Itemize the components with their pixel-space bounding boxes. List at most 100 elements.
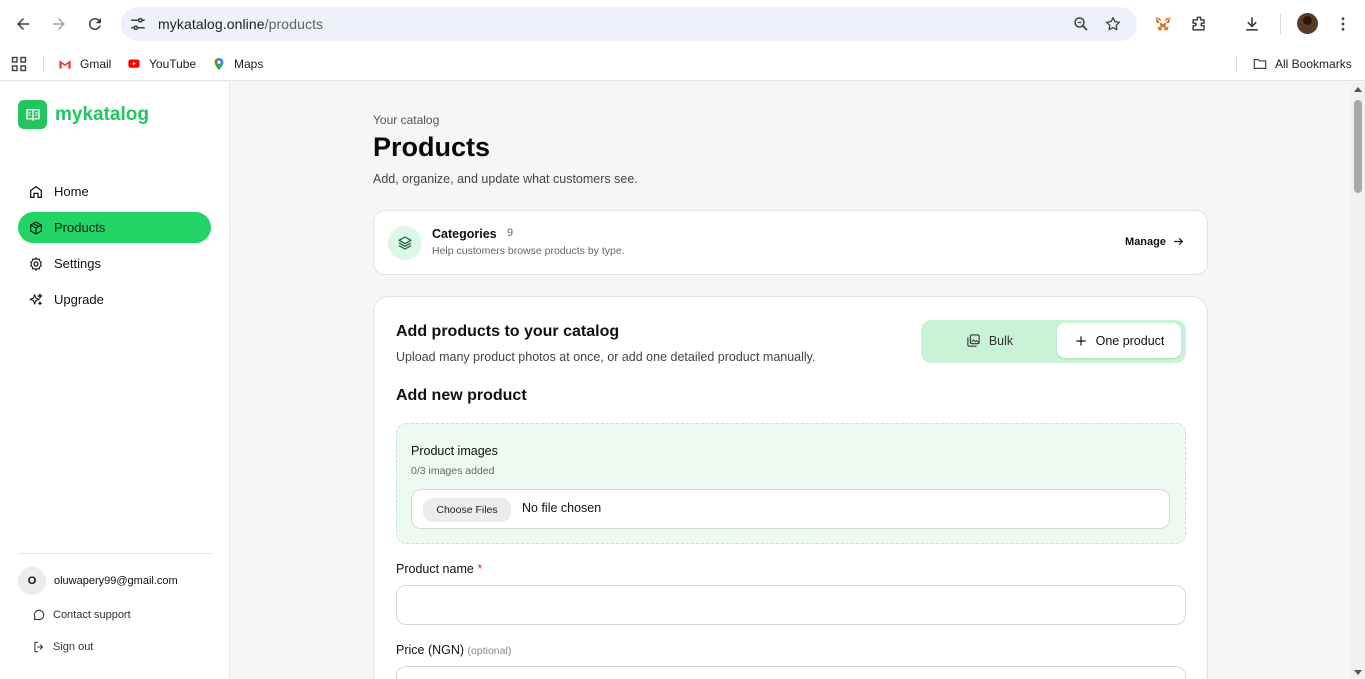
required-mark: * <box>477 562 483 576</box>
bookmark-maps[interactable]: Maps <box>211 54 263 74</box>
back-button[interactable] <box>9 10 37 38</box>
sidebar-divider <box>18 553 212 554</box>
add-mode-toggle: Bulk One product <box>921 320 1186 363</box>
bookmarks-separator <box>1236 55 1237 73</box>
product-images-label: Product images <box>411 444 498 458</box>
price-input[interactable] <box>396 666 1186 679</box>
brand-name: mykatalog <box>55 103 149 125</box>
plus-icon <box>1075 335 1086 346</box>
url-path: /products <box>264 16 324 32</box>
sidebar-item-products[interactable]: Products <box>18 212 211 243</box>
scrollbar-thumb[interactable] <box>1354 100 1362 193</box>
browser-toolbar: mykatalog.online/products <box>0 0 1365 48</box>
one-product-mode-button[interactable]: One product <box>1057 323 1181 358</box>
categories-card: Categories 9 Help customers browse produ… <box>373 210 1208 275</box>
sidebar-item-label: Upgrade <box>54 292 104 307</box>
extensions-icon[interactable] <box>1188 13 1210 35</box>
forward-button[interactable] <box>45 10 73 38</box>
scroll-down-icon[interactable] <box>1354 670 1362 675</box>
bookmark-label: Gmail <box>80 57 112 71</box>
categories-title: Categories <box>432 227 497 241</box>
reload-icon <box>88 18 101 31</box>
gmail-icon <box>57 56 73 72</box>
youtube-icon <box>126 56 142 72</box>
arrow-left-icon <box>17 18 29 30</box>
bookmarks-bar: Gmail YouTube Maps All Bookmarks <box>0 48 1365 81</box>
product-images-dropzone: Product images 0/3 images added Choose F… <box>396 423 1186 544</box>
metamask-extension-icon[interactable] <box>1152 13 1174 35</box>
one-product-label: One product <box>1095 333 1165 348</box>
apps-grid-icon[interactable] <box>11 54 27 74</box>
price-label: Price (NGN) (optional) <box>396 643 511 657</box>
main-content: Your catalog Products Add, organize, and… <box>231 82 1351 679</box>
product-name-label-text: Product name <box>396 562 474 576</box>
choose-files-button[interactable]: Choose Files <box>423 498 511 522</box>
site-settings-icon[interactable] <box>129 15 147 33</box>
url-host: mykatalog.online <box>158 16 265 32</box>
sidebar-item-label: Settings <box>54 256 101 271</box>
page-scrollbar[interactable] <box>1351 82 1365 679</box>
price-label-text: Price (NGN) <box>396 643 465 657</box>
home-icon <box>28 184 44 200</box>
bookmark-label: Maps <box>234 57 264 71</box>
sign-out-label: Sign out <box>53 641 94 653</box>
toolbar-separator <box>1280 14 1281 34</box>
folder-icon <box>1252 56 1268 72</box>
bulk-mode-button[interactable]: Bulk <box>924 323 1055 358</box>
product-name-input[interactable] <box>396 585 1186 625</box>
images-icon <box>967 334 980 347</box>
bookmark-star-icon[interactable] <box>1104 15 1122 33</box>
arrow-right-icon <box>53 18 65 30</box>
brand-logo[interactable]: mykatalog <box>18 100 149 129</box>
arrow-right-icon <box>1174 237 1184 246</box>
contact-support-link[interactable]: Contact support <box>32 608 131 622</box>
file-input[interactable]: Choose Files No file chosen <box>411 489 1170 529</box>
add-products-card: Add products to your catalog Upload many… <box>373 296 1208 679</box>
sidebar-item-home[interactable]: Home <box>18 176 211 207</box>
page-subtitle: Add, organize, and update what customers… <box>373 172 638 186</box>
profile-avatar[interactable] <box>1297 13 1318 34</box>
sidebar-item-upgrade[interactable]: Upgrade <box>18 284 211 315</box>
bookmark-label: YouTube <box>149 57 197 71</box>
add-products-title: Add products to your catalog <box>396 323 620 340</box>
product-name-label: Product name * <box>396 562 482 576</box>
contact-support-label: Contact support <box>53 609 131 621</box>
price-optional-text: (optional) <box>467 645 512 657</box>
add-new-product-title: Add new product <box>396 387 527 404</box>
menu-kebab-icon[interactable] <box>1332 13 1354 35</box>
chat-bubble-icon <box>32 608 46 622</box>
reload-button[interactable] <box>81 10 109 38</box>
bookmarks-separator <box>43 55 44 73</box>
downloads-icon[interactable] <box>1241 13 1263 35</box>
book-logo-icon <box>18 100 47 129</box>
maps-icon <box>211 56 227 72</box>
zoom-icon[interactable] <box>1072 15 1090 33</box>
sidebar: mykatalog Home Products Settings Upgrade… <box>0 82 230 679</box>
all-bookmarks[interactable]: All Bookmarks <box>1252 54 1352 74</box>
box-icon <box>28 220 44 236</box>
bookmark-youtube[interactable]: YouTube <box>126 54 196 74</box>
page-eyebrow: Your catalog <box>373 113 440 127</box>
user-email: oluwapery99@gmail.com <box>54 575 178 587</box>
sidebar-item-settings[interactable]: Settings <box>18 248 211 279</box>
sparkles-icon <box>28 292 44 308</box>
address-bar[interactable]: mykatalog.online/products <box>121 7 1137 41</box>
gear-icon <box>28 256 44 272</box>
user-account[interactable]: O oluwapery99@gmail.com <box>18 567 178 595</box>
sign-out-link[interactable]: Sign out <box>32 640 93 654</box>
page-title: Products <box>373 132 491 162</box>
avatar: O <box>18 567 46 595</box>
sidebar-item-label: Home <box>54 184 89 199</box>
manage-categories-button[interactable]: Manage <box>1125 235 1185 248</box>
bookmark-gmail[interactable]: Gmail <box>57 54 111 74</box>
all-bookmarks-label: All Bookmarks <box>1275 57 1352 71</box>
categories-description: Help customers browse products by type. <box>432 245 625 257</box>
sign-out-icon <box>32 640 46 654</box>
add-products-subtitle: Upload many product photos at once, or a… <box>396 350 816 364</box>
url-text[interactable]: mykatalog.online/products <box>158 16 323 32</box>
no-file-chosen-text: No file chosen <box>522 501 602 515</box>
layers-icon <box>388 226 422 260</box>
scroll-up-icon[interactable] <box>1354 87 1362 92</box>
bulk-label: Bulk <box>988 333 1014 348</box>
manage-label: Manage <box>1125 235 1166 248</box>
